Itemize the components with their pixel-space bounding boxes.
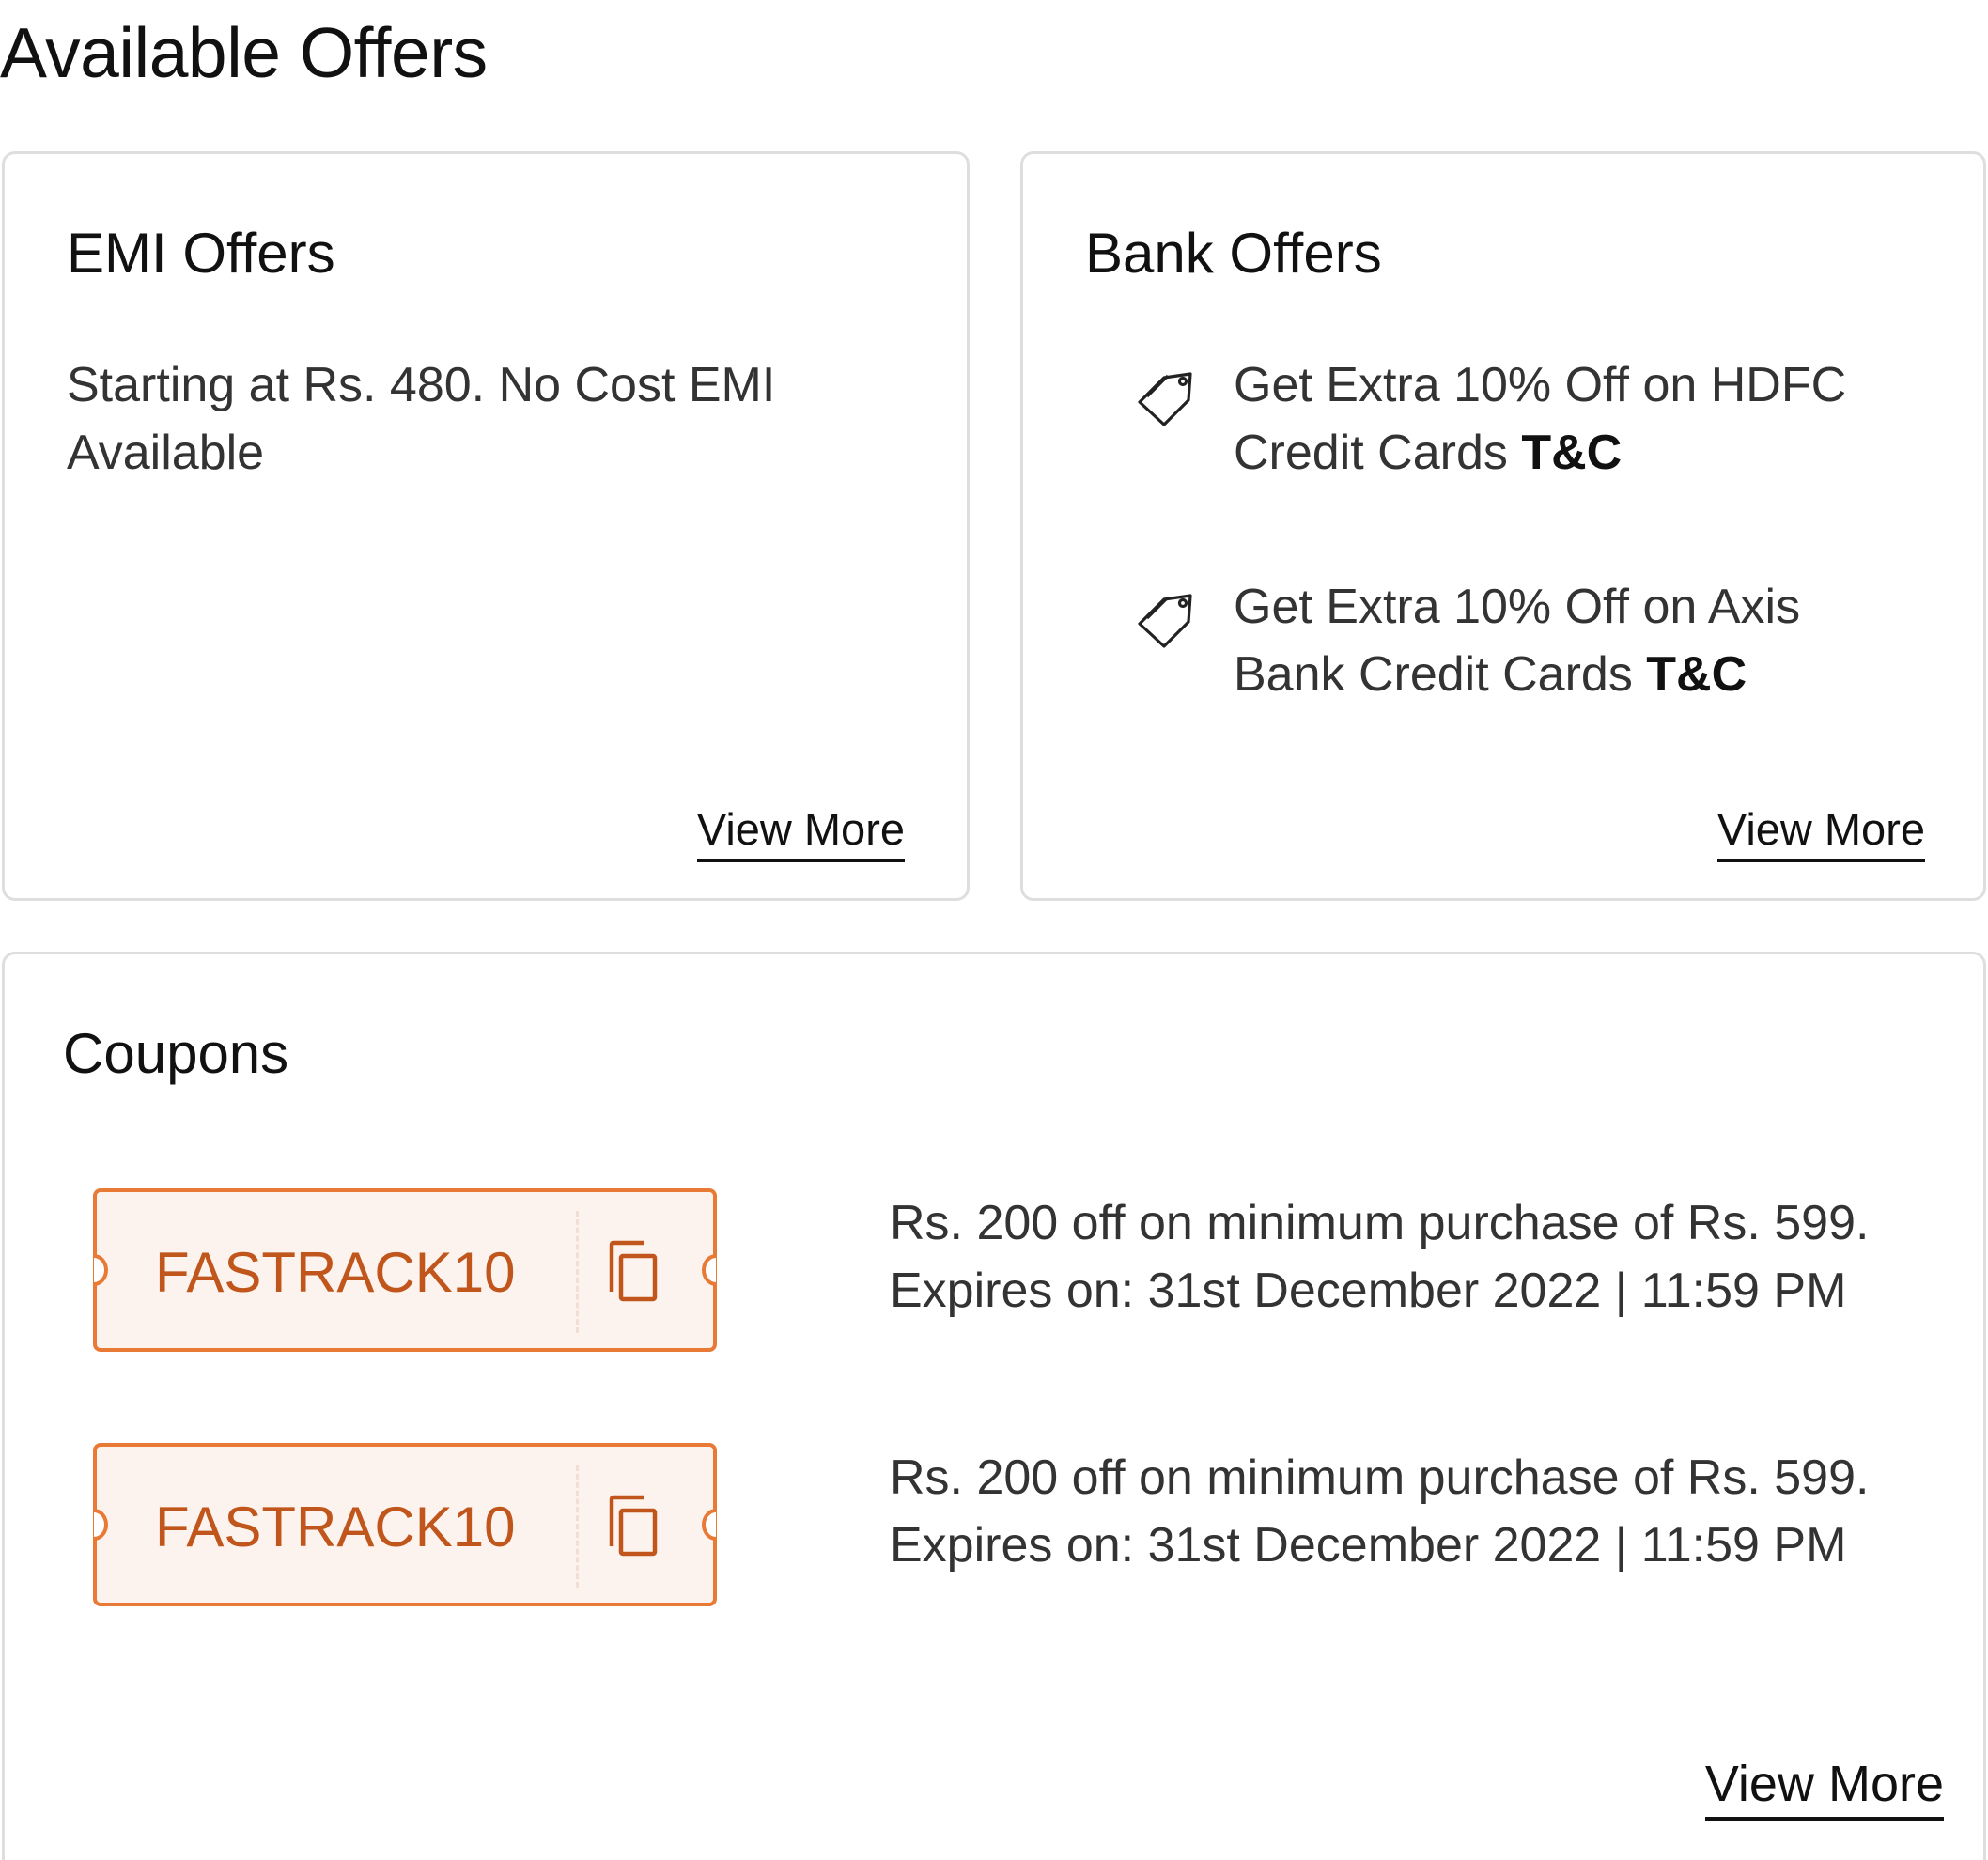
emi-offers-card: EMI Offers Starting at Rs. 480. No Cost … (2, 151, 970, 901)
emi-offers-description: Starting at Rs. 480. No Cost EMI Availab… (67, 358, 776, 480)
coupon-divider (576, 1465, 579, 1588)
coupons-card: Coupons FASTRACK10 Rs. 200 off on minimu… (2, 952, 1986, 1860)
coupon-code: FASTRACK10 (155, 1241, 516, 1304)
coupon-ticket[interactable]: FASTRACK10 (93, 1443, 717, 1606)
page-title: Available Offers (0, 13, 488, 92)
coupons-view-more-link[interactable]: View More (1704, 1753, 1944, 1821)
bank-offers-card: Bank Offers Get Extra 10% Off on HDFC Cr… (1020, 151, 1986, 901)
tnc-link[interactable]: T&C (1646, 647, 1747, 702)
coupon-expiry-text: Expires on: 31st December 2022 | 11:59 P… (890, 1518, 1847, 1573)
emi-view-more-link[interactable]: View More (696, 802, 905, 862)
coupons-title: Coupons (63, 1022, 289, 1085)
coupon-description: Rs. 200 off on minimum purchase of Rs. 5… (890, 1444, 1961, 1579)
coupon-offer-text: Rs. 200 off on minimum purchase of Rs. 5… (890, 1450, 1870, 1505)
bank-offer-item: Get Extra 10% Off on Axis Bank Credit Ca… (1134, 573, 1942, 708)
coupon-description: Rs. 200 off on minimum purchase of Rs. 5… (890, 1189, 1961, 1325)
bank-view-more-link[interactable]: View More (1716, 802, 1925, 862)
coupon-offer-text: Rs. 200 off on minimum purchase of Rs. 5… (890, 1196, 1870, 1250)
coupon-ticket[interactable]: FASTRACK10 (93, 1188, 717, 1352)
coupon-code: FASTRACK10 (155, 1496, 516, 1558)
copy-icon[interactable] (600, 1490, 666, 1565)
emi-offers-title: EMI Offers (67, 222, 335, 285)
tag-icon (1138, 594, 1192, 648)
coupon-expiry-text: Expires on: 31st December 2022 | 11:59 P… (890, 1263, 1847, 1318)
bank-offers-title: Bank Offers (1085, 222, 1382, 285)
tag-icon (1138, 372, 1192, 426)
coupon-divider (576, 1211, 579, 1333)
bank-offer-item: Get Extra 10% Off on HDFC Credit Cards T… (1134, 351, 1942, 487)
copy-icon[interactable] (600, 1235, 666, 1310)
tnc-link[interactable]: T&C (1521, 426, 1622, 480)
